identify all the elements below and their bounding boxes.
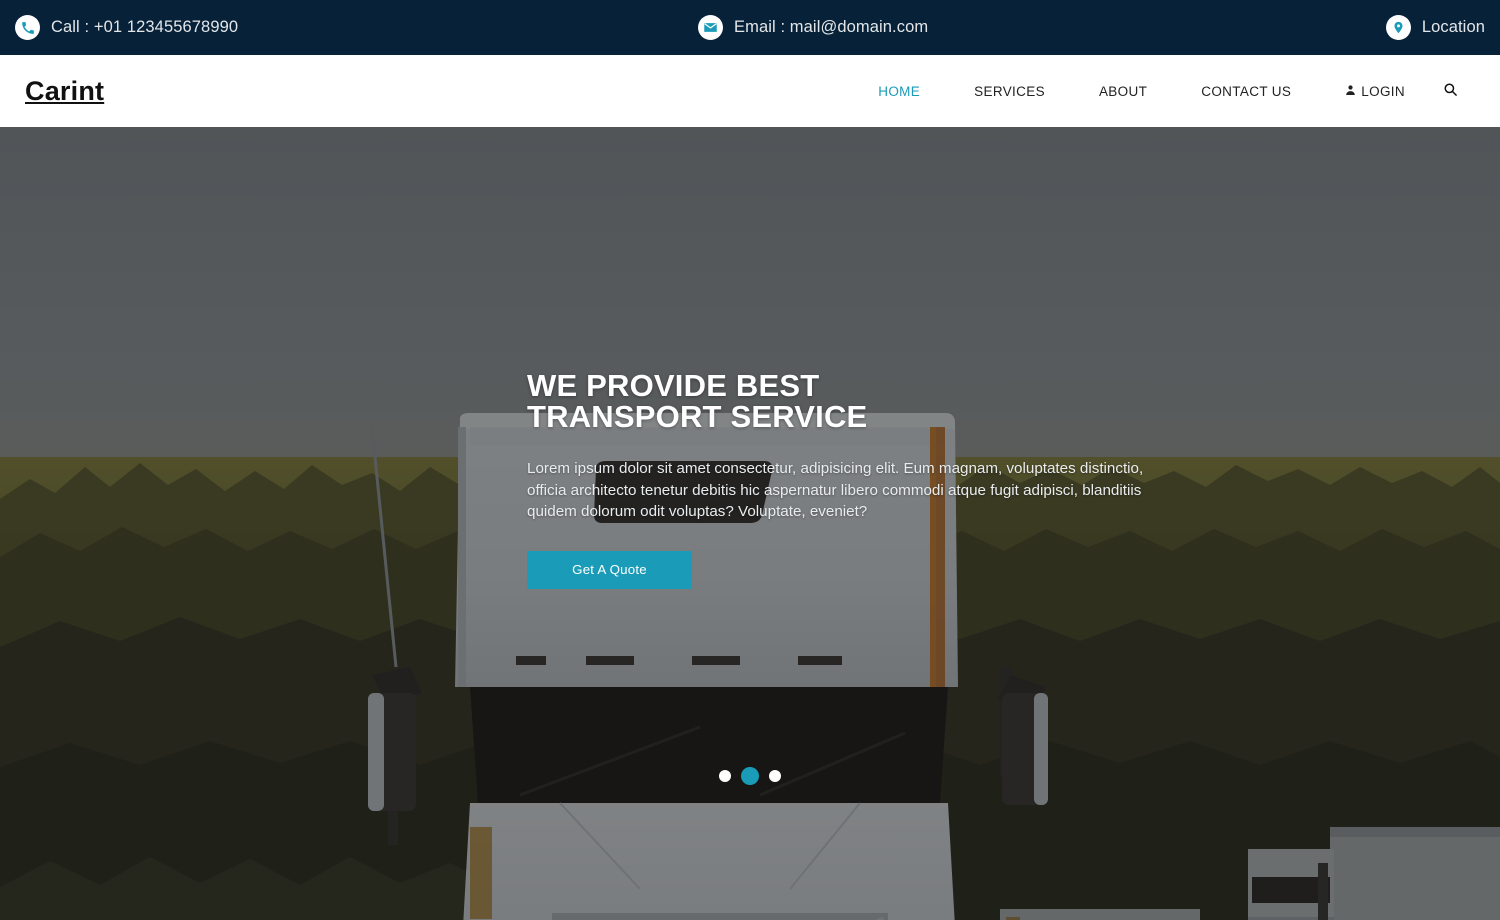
envelope-icon [698,15,723,40]
nav-item-login-label: LOGIN [1361,83,1405,99]
main-navigation: HOME SERVICES ABOUT CONTACT US LOGIN [851,82,1472,100]
brand-logo[interactable]: Carint [25,76,104,107]
carousel-indicators [0,767,1500,785]
page-root: Call : +01 123455678990 Email : mail@dom… [0,0,1500,920]
nav-item-about[interactable]: ABOUT [1072,84,1174,99]
hero-title: WE PROVIDE BEST TRANSPORT SERVICE [527,368,868,434]
search-icon [1443,82,1458,100]
site-header: Carint HOME SERVICES ABOUT CONTACT US LO… [0,55,1500,127]
carousel-dot-3[interactable] [769,770,781,782]
nav-item-login[interactable]: LOGIN [1318,84,1425,99]
map-pin-icon [1385,15,1411,40]
hero-content: WE PROVIDE BEST TRANSPORT SERVICE Lorem … [527,370,1187,589]
search-button[interactable] [1425,82,1472,100]
contact-email[interactable]: Email : mail@domain.com [698,15,928,40]
phone-icon [15,15,40,40]
carousel-dot-1[interactable] [719,770,731,782]
nav-item-contact-us[interactable]: CONTACT US [1174,84,1318,99]
contact-location[interactable]: Location [1385,15,1485,40]
get-a-quote-button[interactable]: Get A Quote [527,550,692,589]
contact-phone[interactable]: Call : +01 123455678990 [15,15,238,40]
user-icon [1345,84,1356,99]
nav-item-services[interactable]: SERVICES [947,84,1072,99]
contact-email-label: Email : mail@domain.com [734,18,929,36]
hero-description: Lorem ipsum dolor sit amet consectetur, … [527,460,1144,521]
contact-phone-label: Call : +01 123455678990 [51,18,239,36]
nav-item-home[interactable]: HOME [851,84,947,99]
top-contact-bar: Call : +01 123455678990 Email : mail@dom… [0,0,1500,55]
hero-banner: WE PROVIDE BEST TRANSPORT SERVICE Lorem … [0,127,1500,920]
carousel-dot-2[interactable] [741,767,759,785]
contact-location-label: Location [1421,18,1485,36]
